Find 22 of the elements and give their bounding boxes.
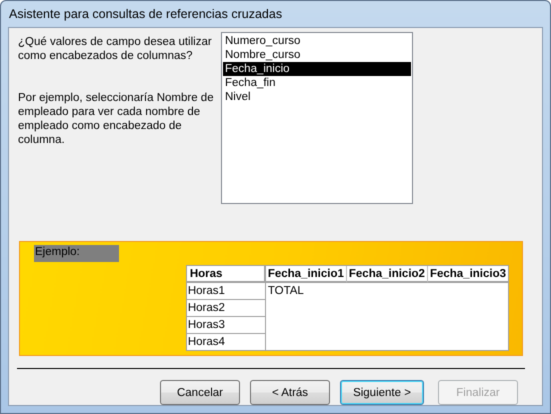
column-header: Fecha_inicio3 <box>428 266 508 283</box>
wizard-button[interactable]: < Atrás <box>250 380 330 405</box>
window-title: Asistente para consultas de referencias cruzadas <box>9 7 282 21</box>
example-label: Ejemplo: <box>34 245 119 262</box>
table-cell: TOTAL <box>268 285 304 297</box>
question-text: ¿Qué valores de campo desea utilizar como encabezados de columnas? <box>18 35 213 63</box>
table-cell: Horas2 <box>186 300 265 317</box>
list-item[interactable]: Nivel <box>223 90 411 104</box>
list-item[interactable]: Fecha_fin <box>223 76 411 90</box>
list-item[interactable]: Numero_curso <box>223 34 411 48</box>
hint-text: Por ejemplo, seleccionaría Nombre de empleado para ver cada nombre de empleado como encabezado de columna. <box>18 91 215 147</box>
wizard-button[interactable]: Cancelar <box>160 380 240 405</box>
column-header: Fecha_inicio2 <box>346 266 428 283</box>
column-header: Fecha_inicio1 <box>266 266 347 283</box>
list-item[interactable]: Nombre_curso <box>223 48 411 62</box>
row-header: Horas <box>186 266 265 283</box>
table-cell-text: Horas4 <box>186 335 226 350</box>
table-cell: Horas3 <box>186 317 265 334</box>
wizard-button[interactable]: Siguiente > <box>340 380 424 405</box>
table-cell: Horas1 <box>186 283 265 300</box>
list-item[interactable]: Fecha_inicio <box>223 62 411 76</box>
field-list[interactable]: Numero_curso Nombre_curso Fecha_inicio Fecha_fin Nivel <box>221 32 413 204</box>
